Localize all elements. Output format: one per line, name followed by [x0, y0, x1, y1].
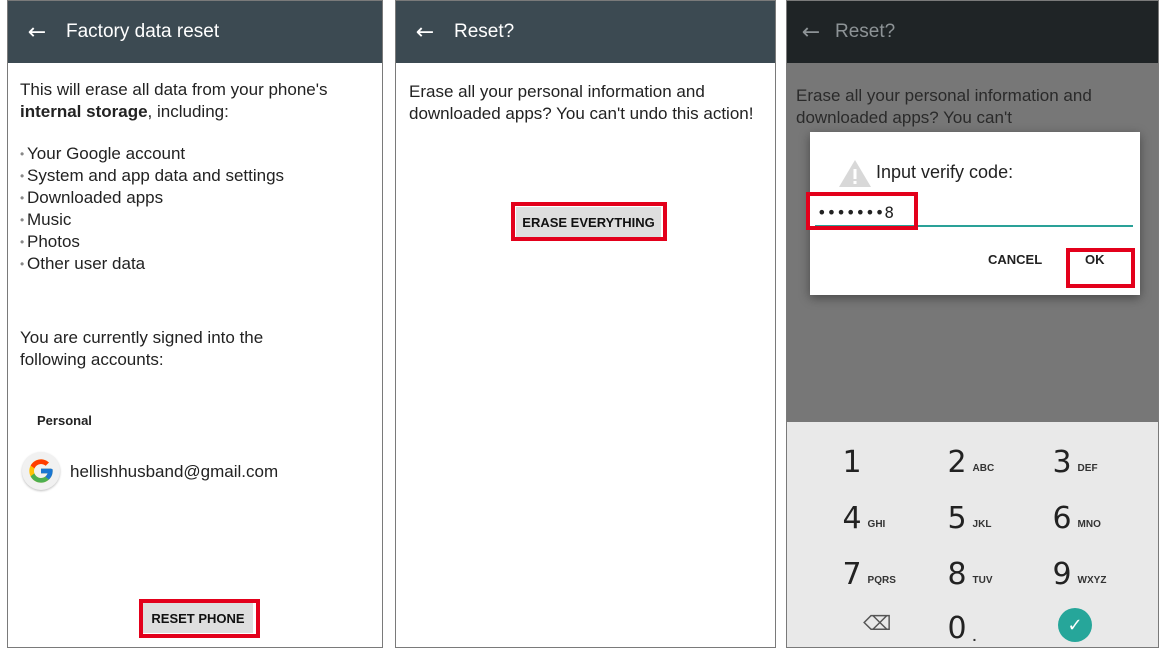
- internal-storage-label: internal storage: [20, 102, 148, 121]
- reset-confirm-screen: ← Reset? Erase all your personal informa…: [395, 0, 776, 648]
- factory-reset-screen: ← Factory data reset This will erase all…: [7, 0, 383, 648]
- highlight-box: [139, 599, 260, 638]
- app-bar: ← Factory data reset: [8, 1, 382, 63]
- key-7[interactable]: 7 PQRS: [813, 540, 923, 594]
- highlight-box: [806, 192, 918, 230]
- google-account-avatar: [22, 452, 60, 490]
- confirm-message: Erase all your personal information and …: [796, 86, 1092, 127]
- key-5[interactable]: 5 JKL: [918, 484, 1028, 538]
- key-3[interactable]: 3 DEF: [1023, 428, 1133, 482]
- highlight-box: [511, 202, 667, 241]
- page-title: Factory data reset: [66, 21, 220, 42]
- check-icon[interactable]: ✓: [1058, 608, 1092, 642]
- app-bar: ← Reset?: [787, 1, 1158, 63]
- dialog-title: Input verify code:: [876, 162, 1014, 182]
- intro-text: This will erase all data from your phone…: [20, 80, 328, 121]
- list-item: • Music: [20, 210, 72, 229]
- list-item: • Photos: [20, 232, 80, 251]
- key-4[interactable]: 4 GHI: [813, 484, 923, 538]
- warning-icon: [839, 160, 871, 187]
- verify-code-dialog: Input verify code: CANCEL OK: [806, 132, 1140, 295]
- google-g-icon: [29, 459, 53, 483]
- erase-items-list: • Your Google account • System and app dat…: [20, 143, 284, 275]
- back-arrow-icon[interactable]: ←: [8, 20, 66, 45]
- list-item: • Downloaded apps: [20, 188, 164, 207]
- backspace-icon[interactable]: ⌫: [863, 611, 891, 635]
- list-item: • Your Google account: [20, 144, 186, 163]
- list-item: • System and app data and settings: [20, 166, 285, 185]
- list-item: • Other user data: [20, 254, 146, 273]
- account-email: hellishhusband@gmail.com: [70, 462, 279, 481]
- highlight-box: [1066, 248, 1135, 288]
- key-0[interactable]: 0.: [918, 594, 1028, 647]
- key-6[interactable]: 6 MNO: [1023, 484, 1133, 538]
- numeric-keypad: 1 2 ABC 3 DEF 4 GHI 5 JKL 6 MNO 7 PQRS 8 TUV 9W…: [787, 422, 1158, 647]
- section-label-personal: Personal: [37, 413, 92, 428]
- key-8[interactable]: 8 TUV: [918, 540, 1028, 594]
- confirm-message: Erase all your personal information and …: [409, 82, 754, 123]
- back-arrow-icon[interactable]: ←: [787, 20, 835, 45]
- back-arrow-icon[interactable]: ←: [396, 20, 454, 45]
- cancel-button[interactable]: CANCEL: [988, 252, 1042, 267]
- key-9[interactable]: 9 WXYZ: [1023, 540, 1133, 594]
- signed-in-text: You are currently signed into the follow…: [20, 328, 264, 369]
- page-title: Reset?: [454, 21, 515, 42]
- key-2[interactable]: 2 ABC: [918, 428, 1028, 482]
- page-title: Reset?: [835, 21, 896, 42]
- verify-code-screen: ← Reset? Erase all your personal informa…: [786, 0, 1159, 648]
- key-1[interactable]: 1: [813, 428, 923, 482]
- app-bar: ← Reset?: [396, 1, 775, 63]
